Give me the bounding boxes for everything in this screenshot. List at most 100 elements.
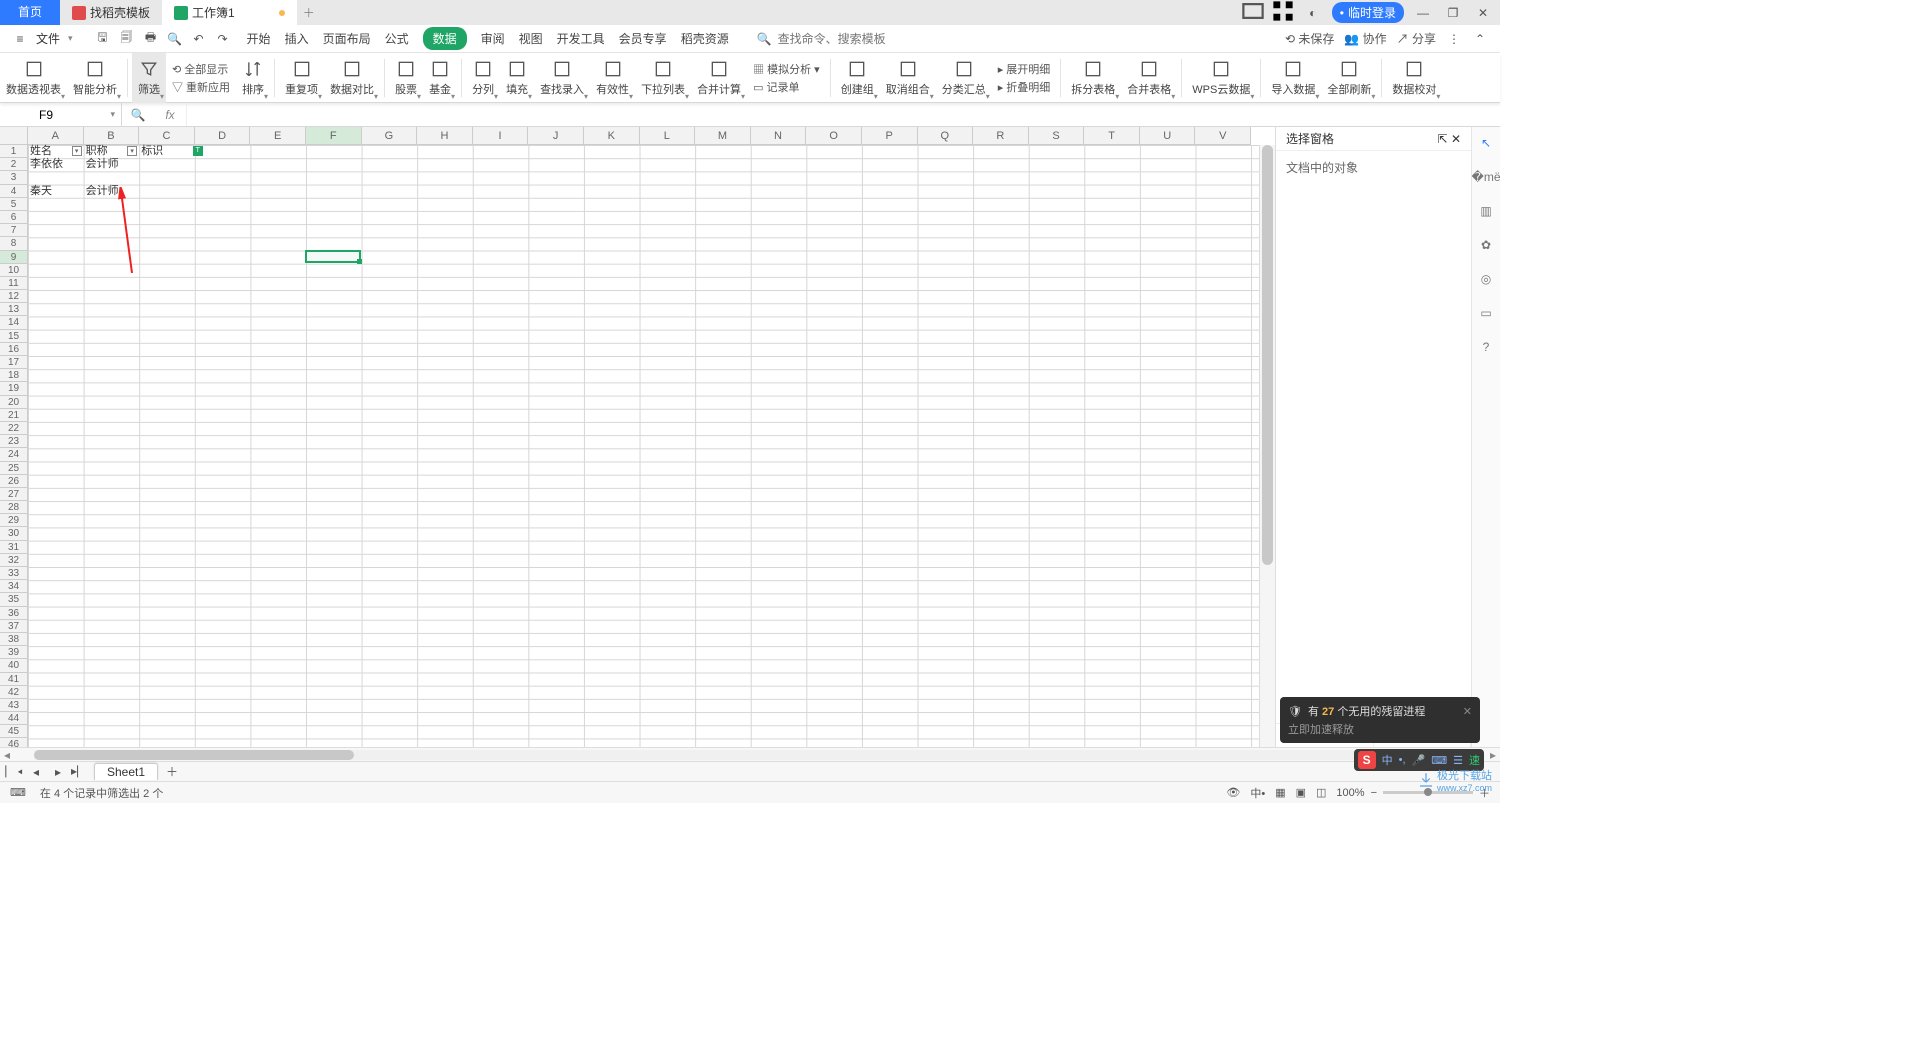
btn-group[interactable]: 创建组▾ (835, 53, 880, 103)
col-G[interactable]: G (362, 127, 418, 145)
temp-login-button[interactable]: • 临时登录 (1332, 2, 1404, 23)
col-P[interactable]: P (862, 127, 918, 145)
cells-area[interactable]: 姓名职称标识李依依会计师秦天会计师▾▾T (28, 145, 1275, 747)
style-icon[interactable]: �më (1476, 167, 1496, 187)
row-40[interactable]: 40 (0, 659, 28, 672)
btn-split[interactable]: 分列▾ (466, 53, 500, 103)
redo-icon[interactable]: ↷ (215, 31, 231, 47)
btn-stock[interactable]: 股票▾ (389, 53, 423, 103)
menu-审阅[interactable]: 审阅 (481, 30, 505, 47)
cell-A2[interactable]: 李依依 (28, 158, 65, 171)
ime-set-icon[interactable]: ☰ (1453, 754, 1463, 767)
zhong-icon[interactable]: 中• (1250, 785, 1265, 801)
cell-A1[interactable]: 姓名 (28, 145, 54, 158)
btn-dup[interactable]: 重复项▾ (279, 53, 324, 103)
row-14[interactable]: 14 (0, 316, 28, 329)
btn-sort[interactable]: 排序▾ (236, 53, 270, 103)
cell-A4[interactable]: 秦天 (28, 185, 54, 198)
row-43[interactable]: 43 (0, 699, 28, 712)
row-26[interactable]: 26 (0, 475, 28, 488)
ime-mic-icon[interactable]: 🎤 (1412, 754, 1426, 767)
search-fx-icon[interactable]: 🔍 (122, 108, 154, 122)
pin-icon[interactable]: ⇱ (1438, 132, 1448, 146)
btn-cloud[interactable]: WPS云数据▾ (1186, 53, 1256, 103)
save-as-icon[interactable]: 🗐 (119, 31, 135, 47)
col-Q[interactable]: Q (918, 127, 974, 145)
view-split-icon[interactable]: ◫ (1316, 786, 1326, 799)
btn-pivot[interactable]: 数据透视表▾ (0, 53, 67, 103)
row-6[interactable]: 6 (0, 211, 28, 224)
sim-sub[interactable]: ▦ 模拟分析 ▾▭ 记录单 (747, 53, 826, 103)
collab-btn[interactable]: 👥 协作 (1344, 30, 1386, 47)
zoom-control[interactable]: 100% − ＋ (1336, 785, 1490, 801)
zoom-out-icon[interactable]: − (1371, 787, 1377, 799)
search-input[interactable] (778, 32, 933, 46)
btn-compare[interactable]: 数据对比▾ (324, 53, 380, 103)
ime-speed[interactable]: 速 (1469, 752, 1480, 768)
col-H[interactable]: H (417, 127, 473, 145)
col-T[interactable]: T (1084, 127, 1140, 145)
col-B[interactable]: B (84, 127, 140, 145)
row-10[interactable]: 10 (0, 264, 28, 277)
row-15[interactable]: 15 (0, 330, 28, 343)
chevron-up-icon[interactable]: ⌃ (1472, 31, 1488, 47)
menu-页面布局[interactable]: 页面布局 (323, 30, 371, 47)
fx-icon[interactable]: fx (154, 108, 186, 122)
not-saved-btn[interactable]: ⟲ 未保存 (1285, 30, 1334, 47)
row-24[interactable]: 24 (0, 448, 28, 461)
skin-icon[interactable]: ◐ (1302, 6, 1324, 20)
row-30[interactable]: 30 (0, 527, 28, 540)
ime-bar[interactable]: S 中 •, 🎤 ⌨ ☰ 速 (1354, 749, 1484, 771)
row-18[interactable]: 18 (0, 369, 28, 382)
col-M[interactable]: M (695, 127, 751, 145)
row-25[interactable]: 25 (0, 462, 28, 475)
print-icon[interactable]: 🖶 (143, 31, 159, 47)
undo-icon[interactable]: ↶ (191, 31, 207, 47)
window-minimize[interactable]: — (1412, 6, 1434, 20)
cursor-icon[interactable]: ↖ (1476, 133, 1496, 153)
btn-smart[interactable]: 智能分析▾ (67, 53, 123, 103)
row-19[interactable]: 19 (0, 382, 28, 395)
share-btn[interactable]: ↗ 分享 (1397, 30, 1436, 47)
ime-punct-icon[interactable]: •, (1399, 754, 1406, 766)
row-46[interactable]: 46 (0, 738, 28, 747)
row-23[interactable]: 23 (0, 435, 28, 448)
apps-icon[interactable] (1272, 0, 1294, 25)
sheet-tab[interactable]: Sheet1 (94, 763, 158, 780)
ime-zh[interactable]: 中 (1382, 752, 1393, 768)
btn-tsplit[interactable]: 拆分表格▾ (1065, 53, 1121, 103)
read-icon[interactable]: ▭ (1476, 303, 1496, 323)
col-V[interactable]: V (1195, 127, 1251, 145)
add-sheet-icon[interactable]: ＋ (164, 764, 180, 780)
row-11[interactable]: 11 (0, 277, 28, 290)
btn-lookup[interactable]: 查找录入▾ (534, 53, 590, 103)
col-J[interactable]: J (528, 127, 584, 145)
row-31[interactable]: 31 (0, 541, 28, 554)
spreadsheet[interactable]: ABCDEFGHIJKLMNOPQRSTUV 12345678910111213… (0, 127, 1275, 747)
layout-icon[interactable] (1242, 0, 1264, 25)
row-36[interactable]: 36 (0, 607, 28, 620)
menu-视图[interactable]: 视图 (519, 30, 543, 47)
col-E[interactable]: E (250, 127, 306, 145)
view-normal-icon[interactable]: ▦ (1275, 786, 1285, 799)
row-16[interactable]: 16 (0, 343, 28, 356)
row-9[interactable]: 9 (0, 251, 28, 264)
col-O[interactable]: O (806, 127, 862, 145)
horizontal-scrollbar[interactable]: ◂ ▸ (0, 747, 1500, 761)
window-restore[interactable]: ❐ (1442, 6, 1464, 20)
row-1[interactable]: 1 (0, 145, 28, 158)
row-headers[interactable]: 1234567891011121314151617181920212223242… (0, 145, 28, 747)
formula-input[interactable] (186, 103, 1500, 126)
row-5[interactable]: 5 (0, 198, 28, 211)
row-38[interactable]: 38 (0, 633, 28, 646)
menu-会员专享[interactable]: 会员专享 (619, 30, 667, 47)
col-S[interactable]: S (1029, 127, 1085, 145)
row-4[interactable]: 4 (0, 185, 28, 198)
menu-公式[interactable]: 公式 (385, 30, 409, 47)
menu-icon[interactable]: ≡ (12, 31, 28, 47)
row-20[interactable]: 20 (0, 396, 28, 409)
col-I[interactable]: I (473, 127, 529, 145)
row-29[interactable]: 29 (0, 514, 28, 527)
btn-ungroup[interactable]: 取消组合▾ (880, 53, 936, 103)
cell-C1[interactable]: 标识 (139, 145, 165, 158)
